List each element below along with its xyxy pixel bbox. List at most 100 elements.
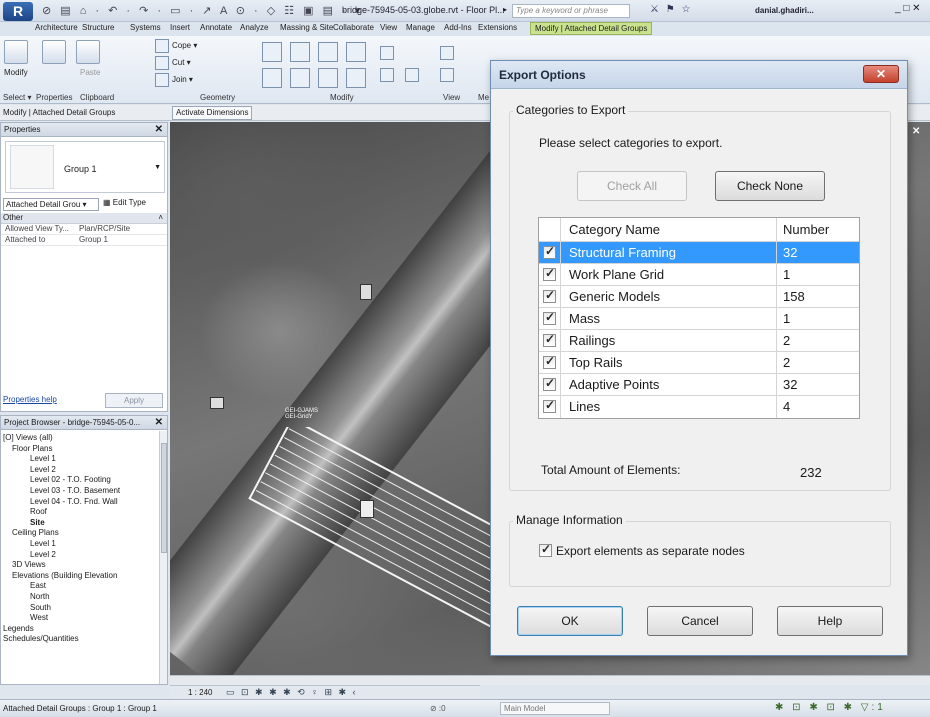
- table-row[interactable]: Top Rails 2: [539, 352, 859, 374]
- browser-tree-item[interactable]: Elevations (Building Elevation: [3, 571, 120, 582]
- revit-app-menu-button[interactable]: R: [3, 2, 33, 21]
- browser-tree-item[interactable]: Floor Plans: [3, 444, 120, 455]
- view-control-icons[interactable]: ▭ ⊡ ✱ ✱ ✱ ⟲ ♀ ⊞ ✱ ‹: [226, 687, 358, 698]
- split-icon[interactable]: [380, 46, 394, 60]
- export-separate-checkbox[interactable]: Export elements as separate nodes: [539, 542, 745, 558]
- table-row[interactable]: Adaptive Points 32: [539, 374, 859, 396]
- delete-icon[interactable]: [405, 68, 419, 82]
- browser-tree-item[interactable]: Level 02 - T.O. Footing: [3, 475, 120, 486]
- ribbon-tab[interactable]: Manage: [406, 23, 435, 32]
- rotate-icon[interactable]: [318, 68, 338, 88]
- checkbox-checked[interactable]: [543, 310, 556, 325]
- ribbon-tab[interactable]: Analyze: [240, 23, 268, 32]
- quick-access-toolbar[interactable]: ⊘ ▤ ⌂ · ↶ · ↷ · ▭ · ↗ A ⊙ · ◇ ☷ ▣ ▤ · ▾: [42, 4, 363, 17]
- type-selector[interactable]: Group 1 ▼: [5, 141, 165, 193]
- user-sign-in[interactable]: danial.ghadiri...: [755, 6, 814, 15]
- browser-tree-item[interactable]: [O] Views (all): [3, 433, 120, 444]
- grid-tag[interactable]: GEI-GJAMS GEI-GridY: [285, 408, 318, 420]
- checkbox-checked[interactable]: [543, 354, 556, 369]
- checkbox-checked[interactable]: [543, 376, 556, 391]
- browser-tree-item[interactable]: East: [3, 581, 120, 592]
- ribbon-tab[interactable]: View: [380, 23, 397, 32]
- join-icon[interactable]: [155, 73, 169, 87]
- array-icon[interactable]: [380, 68, 394, 82]
- cut-icon[interactable]: [155, 56, 169, 70]
- trim-icon[interactable]: [346, 68, 366, 88]
- table-row[interactable]: Work Plane Grid 1: [539, 264, 859, 286]
- browser-tree-item[interactable]: Ceiling Plans: [3, 528, 120, 539]
- browser-tree-item[interactable]: Roof: [3, 507, 120, 518]
- cancel-button[interactable]: Cancel: [647, 606, 753, 636]
- browser-tree-item[interactable]: Schedules/Quantities: [3, 634, 120, 645]
- ribbon-tab[interactable]: Massing & Site: [280, 23, 333, 32]
- ribbon-tab[interactable]: Extensions: [478, 23, 517, 32]
- move-icon[interactable]: [262, 68, 282, 88]
- mirror-draw-icon[interactable]: [346, 42, 366, 62]
- ribbon-tab[interactable]: Systems: [130, 23, 161, 32]
- browser-tree-item[interactable]: North: [3, 592, 120, 603]
- column-header-category[interactable]: Category Name: [561, 218, 777, 241]
- ribbon-tab[interactable]: Insert: [170, 23, 190, 32]
- browser-tree-item[interactable]: Level 2: [3, 550, 120, 561]
- browser-tree-item[interactable]: Level 1: [3, 454, 120, 465]
- cope-label[interactable]: Cope ▾: [172, 41, 197, 50]
- ribbon-tab[interactable]: Add-Ins: [444, 23, 472, 32]
- horizontal-scrollbar[interactable]: [170, 675, 930, 685]
- checkbox-checked[interactable]: [543, 288, 556, 303]
- table-row[interactable]: Railings 2: [539, 330, 859, 352]
- workset-indicator[interactable]: ⊘ :0: [430, 704, 446, 713]
- browser-tree-item[interactable]: Level 2: [3, 465, 120, 476]
- chevron-down-icon[interactable]: ▼: [154, 164, 161, 171]
- ribbon-tab[interactable]: Collaborate: [333, 23, 374, 32]
- ok-button[interactable]: OK: [517, 606, 623, 636]
- cut-label[interactable]: Cut ▾: [172, 58, 191, 67]
- checkbox-checked[interactable]: [543, 266, 556, 281]
- property-row[interactable]: Allowed View Ty... Plan/RCP/Site: [1, 224, 167, 235]
- join-label[interactable]: Join ▾: [172, 75, 193, 84]
- close-icon[interactable]: ✕: [155, 124, 163, 135]
- edit-type-button[interactable]: ▦ Edit Type: [103, 198, 146, 207]
- close-button[interactable]: ✕: [863, 65, 899, 83]
- instance-filter-select[interactable]: Attached Detail Grou ▾: [3, 198, 99, 211]
- browser-tree-item[interactable]: Legends: [3, 624, 120, 635]
- table-row[interactable]: Mass 1: [539, 308, 859, 330]
- table-row[interactable]: Structural Framing 32: [539, 242, 859, 264]
- selection-filter-icons[interactable]: ✱ ⊡ ✱ ⊡ ✱ ▽:1: [775, 702, 886, 713]
- browser-tree-item[interactable]: 3D Views: [3, 560, 120, 571]
- design-option-select[interactable]: Main Model: [500, 702, 610, 715]
- view-scale[interactable]: 1 : 240: [188, 688, 212, 697]
- help-button[interactable]: Help: [777, 606, 883, 636]
- element-tag-icon[interactable]: [360, 500, 374, 518]
- mirror-axis-icon[interactable]: [318, 42, 338, 62]
- browser-tree-item[interactable]: Level 04 - T.O. Fnd. Wall: [3, 497, 120, 508]
- ribbon-tab[interactable]: Annotate: [200, 23, 232, 32]
- scrollbar[interactable]: [159, 431, 167, 684]
- properties-help-link[interactable]: Properties help: [3, 395, 57, 404]
- modify-tool-button[interactable]: [4, 40, 28, 64]
- check-none-button[interactable]: Check None: [715, 171, 825, 201]
- table-row[interactable]: Generic Models 158: [539, 286, 859, 308]
- ribbon-tab[interactable]: Structure: [82, 23, 114, 32]
- browser-tree-item[interactable]: Level 1: [3, 539, 120, 550]
- copy-icon[interactable]: [290, 68, 310, 88]
- property-row[interactable]: Attached to Group 1: [1, 235, 167, 246]
- close-icon[interactable]: ✕: [155, 417, 163, 428]
- check-all-button[interactable]: Check All: [577, 171, 687, 201]
- checkbox-checked[interactable]: [543, 244, 556, 259]
- column-header-number[interactable]: Number: [777, 218, 859, 241]
- collapse-icon[interactable]: ˄: [158, 213, 163, 222]
- element-tag-icon[interactable]: [210, 397, 224, 409]
- browser-tree-item[interactable]: Level 03 - T.O. Basement: [3, 486, 120, 497]
- infocenter-tools[interactable]: ⚔ ⚑ ☆: [650, 4, 692, 15]
- checkbox-checked[interactable]: [543, 398, 556, 413]
- help-search-input[interactable]: Type a keyword or phrase: [512, 4, 630, 18]
- pin-icon[interactable]: [440, 46, 454, 60]
- align-icon[interactable]: [262, 42, 282, 62]
- close-view-icon[interactable]: ✕: [912, 126, 920, 137]
- paint-icon[interactable]: [440, 68, 454, 82]
- property-category[interactable]: Other ˄: [1, 213, 167, 224]
- cope-icon[interactable]: [155, 39, 169, 53]
- window-controls[interactable]: _ □ ✕: [895, 3, 921, 14]
- checkbox-checked[interactable]: [539, 542, 552, 557]
- activate-dimensions-button[interactable]: Activate Dimensions: [172, 106, 253, 120]
